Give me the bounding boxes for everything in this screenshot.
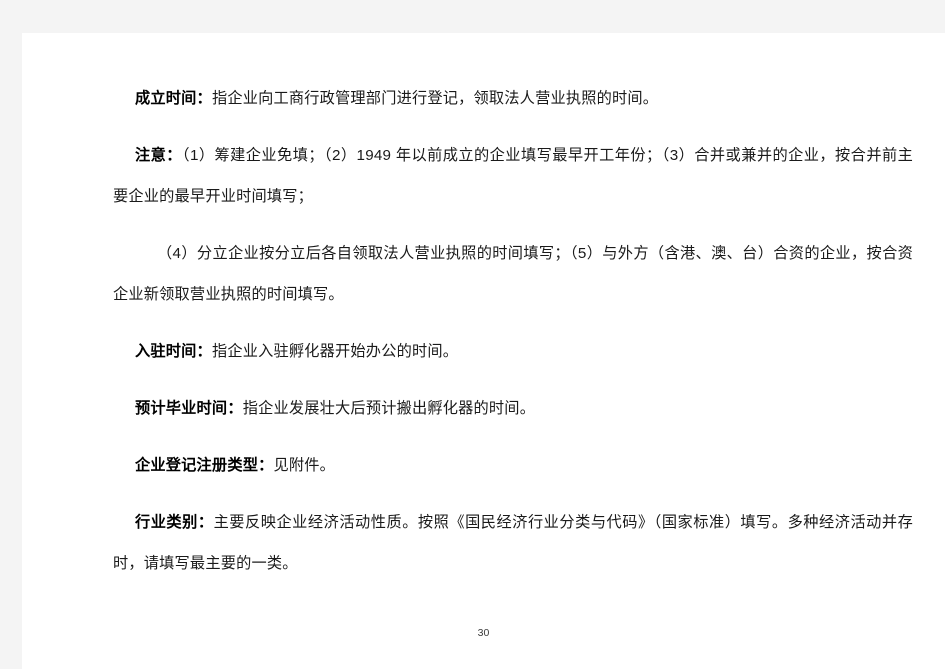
- term-label-settle-in-time: 入驻时间：: [135, 343, 212, 360]
- paragraph-establishment-time: 成立时间：指企业向工商行政管理部门进行登记，领取法人营业执照的时间。: [113, 78, 913, 119]
- document-body: 成立时间：指企业向工商行政管理部门进行登记，领取法人营业执照的时间。 注意：（1…: [113, 78, 913, 584]
- term-definition-settle-in-time: 指企业入驻孵化器开始办公的时间。: [211, 343, 459, 360]
- term-definition-registration-type: 见附件。: [273, 457, 336, 474]
- paragraph-industry-category: 行业类别：主要反映企业经济活动性质。按照《国民经济行业分类与代码》（国家标准）填…: [113, 502, 913, 584]
- paragraph-notice-continued: （4）分立企业按分立后各自领取法人营业执照的时间填写；（5）与外方（含港、澳、台…: [113, 233, 913, 315]
- paragraph-registration-type: 企业登记注册类型：见附件。: [113, 445, 913, 486]
- paragraph-settle-in-time: 入驻时间：指企业入驻孵化器开始办公的时间。: [113, 331, 913, 372]
- term-label-notice: 注意：: [135, 147, 182, 164]
- paragraph-notice: 注意：（1）筹建企业免填；（2）1949 年以前成立的企业填写最早开工年份；（3…: [113, 135, 913, 217]
- term-definition-expected-graduation-time: 指企业发展壮大后预计搬出孵化器的时间。: [242, 400, 536, 417]
- term-definition-notice: （1）筹建企业免填；（2）1949 年以前成立的企业填写最早开工年份；（3）合并…: [113, 147, 913, 205]
- page-number: 30: [477, 627, 490, 639]
- term-label-expected-graduation-time: 预计毕业时间：: [135, 400, 243, 417]
- document-page: 成立时间：指企业向工商行政管理部门进行登记，领取法人营业执照的时间。 注意：（1…: [22, 33, 945, 669]
- term-definition-notice-continued: （4）分立企业按分立后各自领取法人营业执照的时间填写；（5）与外方（含港、澳、台…: [113, 245, 913, 303]
- term-label-registration-type: 企业登记注册类型：: [135, 457, 274, 474]
- term-definition-industry-category: 主要反映企业经济活动性质。按照《国民经济行业分类与代码》（国家标准）填写。多种经…: [113, 514, 913, 572]
- term-label-industry-category: 行业类别：: [135, 514, 214, 531]
- term-label-establishment-time: 成立时间：: [135, 90, 212, 107]
- term-definition-establishment-time: 指企业向工商行政管理部门进行登记，领取法人营业执照的时间。: [211, 90, 659, 107]
- paragraph-expected-graduation-time: 预计毕业时间：指企业发展壮大后预计搬出孵化器的时间。: [113, 388, 913, 429]
